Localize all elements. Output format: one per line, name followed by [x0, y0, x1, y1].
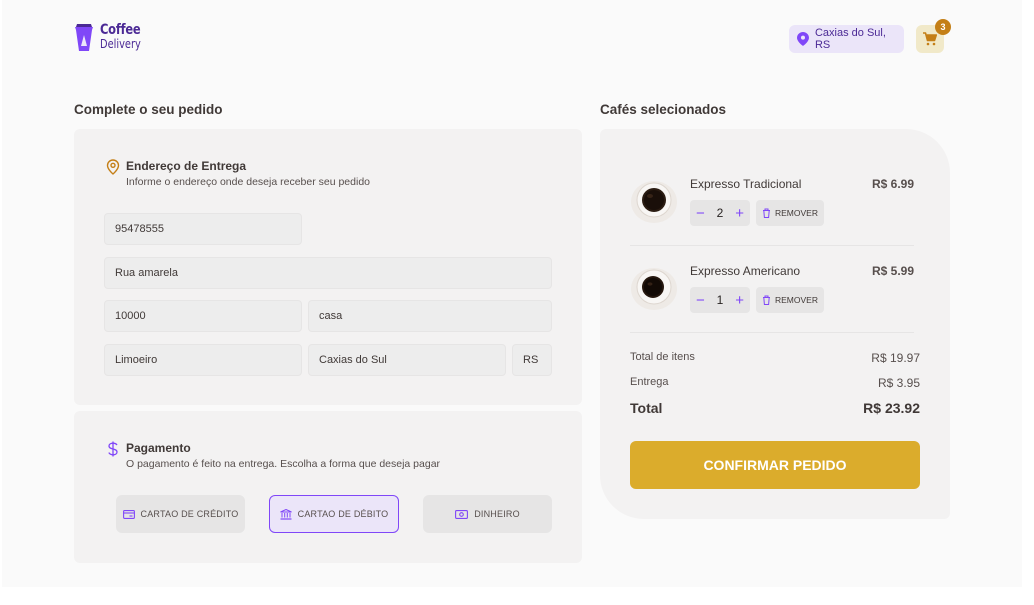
- cart-item: Expresso Americano R$ 5.99 − 1 + REMOVER: [630, 261, 914, 349]
- summary-items-label: Total de itens: [630, 351, 695, 363]
- summary-items-value: R$ 19.97: [871, 351, 920, 365]
- item-price: R$ 5.99: [871, 264, 914, 278]
- summary-delivery-label: Entrega: [630, 376, 669, 388]
- neighborhood-field[interactable]: Limoeiro: [104, 344, 302, 376]
- address-title: Endereço de Entrega: [126, 159, 247, 173]
- payment-title: Pagamento: [126, 441, 191, 455]
- divider: [630, 245, 914, 246]
- summary-total-value: R$ 23.92: [863, 400, 920, 416]
- logo-line1: Coffee: [100, 22, 141, 38]
- dollar-sign-icon: [108, 441, 118, 457]
- coffee-image: [631, 268, 677, 310]
- logo-line2: Delivery: [100, 37, 141, 51]
- payment-credit-button[interactable]: CARTAO DE CRÉDITO: [116, 495, 245, 533]
- item-name: Expresso Tradicional: [690, 177, 802, 191]
- cart-section-title: Cafés selecionados: [600, 102, 727, 117]
- plus-icon[interactable]: +: [735, 206, 744, 221]
- bank-icon: [279, 508, 292, 520]
- remove-label: REMOVER: [775, 208, 818, 218]
- item-quantity: 1: [716, 293, 724, 307]
- shopping-cart-icon: [923, 32, 937, 46]
- money-icon: [455, 509, 469, 519]
- cart-count-badge: 3: [935, 19, 951, 35]
- trash-icon: [763, 295, 770, 305]
- credit-card-icon: [122, 509, 135, 519]
- address-subtitle: Informe o endereço onde deseja receber s…: [126, 176, 371, 188]
- location-badge[interactable]: Caxias do Sul, RS: [789, 25, 904, 53]
- payment-debit-label: CARTAO DE DÉBITO: [297, 509, 389, 519]
- quantity-stepper: − 2 +: [690, 200, 750, 226]
- minus-icon[interactable]: −: [696, 293, 705, 308]
- address-card: Endereço de Entrega Informe o endereço o…: [74, 129, 582, 405]
- remove-label: REMOVER: [775, 295, 818, 305]
- payment-card: Pagamento O pagamento é feito na entrega…: [74, 411, 582, 563]
- map-pin-icon: [797, 32, 809, 46]
- payment-debit-button[interactable]: CARTAO DE DÉBITO: [269, 495, 399, 533]
- cart-item: Expresso Tradicional R$ 6.99 − 2 + REMOV…: [630, 174, 914, 262]
- map-pin-outline-icon: [106, 159, 120, 175]
- coffee-image: [631, 181, 677, 223]
- coffee-cup-icon: [75, 24, 93, 51]
- payment-header: Pagamento O pagamento é feito na entrega…: [106, 441, 440, 470]
- item-quantity: 2: [716, 206, 724, 220]
- payment-subtitle: O pagamento é feito na entrega. Escolha …: [126, 458, 441, 470]
- order-section-title: Complete o seu pedido: [74, 102, 223, 117]
- summary-total-row: Total R$ 23.92: [630, 400, 920, 416]
- summary-total-label: Total: [630, 400, 663, 416]
- divider: [630, 332, 914, 333]
- remove-button[interactable]: REMOVER: [756, 200, 824, 226]
- address-header: Endereço de Entrega Informe o endereço o…: [106, 159, 370, 188]
- trash-icon: [763, 208, 770, 218]
- summary-delivery-row: Entrega R$ 3.95: [630, 376, 920, 390]
- logo[interactable]: Coffee Delivery: [74, 22, 150, 52]
- cep-field[interactable]: 95478555: [104, 213, 302, 245]
- minus-icon[interactable]: −: [696, 206, 705, 221]
- summary-items-row: Total de itens R$ 19.97: [630, 351, 920, 365]
- payment-money-button[interactable]: DINHEIRO: [423, 495, 552, 533]
- uf-field[interactable]: RS: [512, 344, 552, 376]
- plus-icon[interactable]: +: [735, 293, 744, 308]
- street-field[interactable]: Rua amarela: [104, 257, 552, 289]
- item-name: Expresso Americano: [690, 264, 801, 278]
- app-root: Coffee Delivery Caxias do Sul, RS 3 Comp…: [2, 0, 1022, 587]
- summary-delivery-value: R$ 3.95: [877, 376, 920, 390]
- location-text: Caxias do Sul, RS: [814, 27, 886, 51]
- cart-panel: Expresso Tradicional R$ 6.99 − 2 + REMOV…: [600, 129, 950, 519]
- confirm-order-button[interactable]: CONFIRMAR PEDIDO: [630, 441, 920, 489]
- remove-button[interactable]: REMOVER: [756, 287, 824, 313]
- number-field[interactable]: 10000: [104, 300, 302, 332]
- city-field[interactable]: Caxias do Sul: [308, 344, 506, 376]
- quantity-stepper: − 1 +: [690, 287, 750, 313]
- logo-text: Coffee Delivery: [100, 23, 150, 51]
- complement-field[interactable]: casa: [308, 300, 552, 332]
- item-price: R$ 6.99: [871, 177, 914, 191]
- payment-money-label: DINHEIRO: [474, 509, 520, 519]
- payment-credit-label: CARTAO DE CRÉDITO: [140, 509, 239, 519]
